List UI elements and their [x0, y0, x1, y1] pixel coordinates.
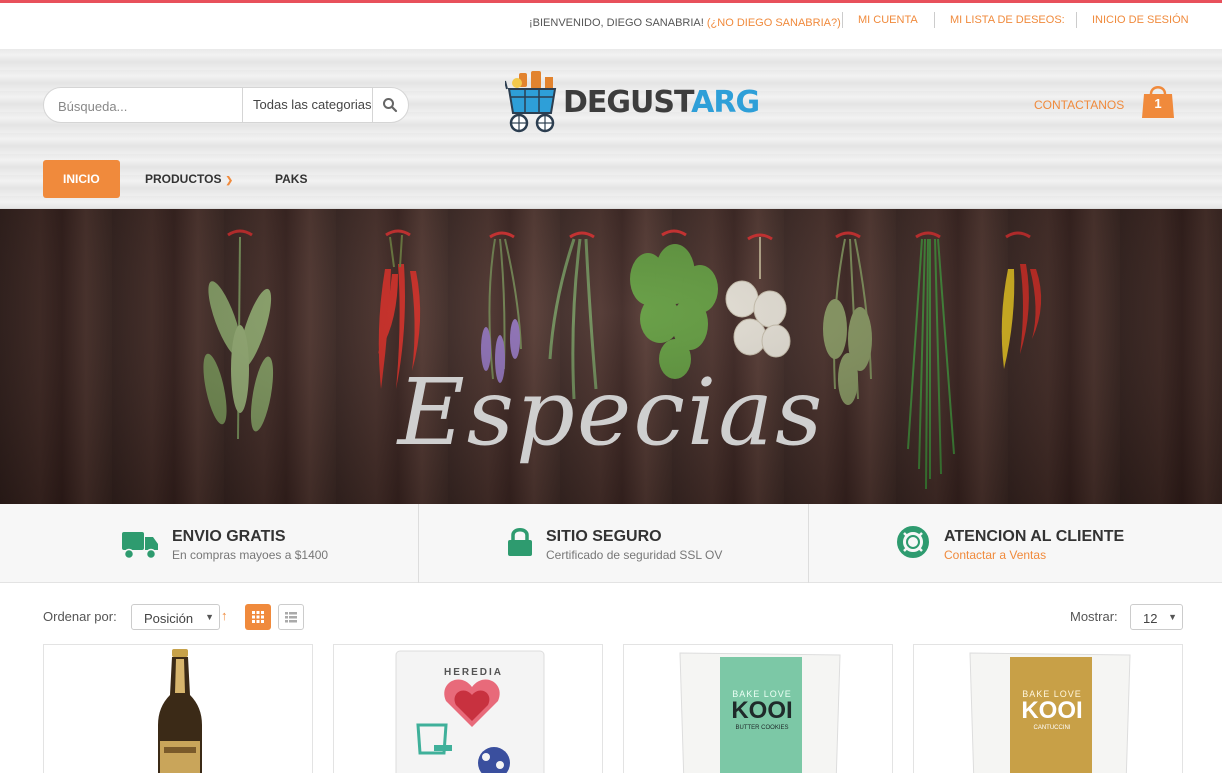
contact-link[interactable]: CONTACTANOS: [1034, 98, 1124, 112]
product-card[interactable]: BAKE LOVE KOOI BUTTER COOKIES: [623, 644, 893, 773]
feature-secure-site: SITIO SEGURO Certificado de seguridad SS…: [419, 504, 808, 583]
product-image-beer-bottle: [158, 649, 202, 773]
product-card[interactable]: [43, 644, 313, 773]
product-grid: HEREDIA BAKE LOVE KOOI BUTTER COOKIES BA…: [43, 644, 1183, 773]
truck-icon: [122, 532, 158, 560]
nav-item-inicio[interactable]: INICIO: [43, 160, 120, 198]
search-divider: [372, 88, 373, 122]
topbar-separator: [934, 12, 935, 28]
search-bar: Todas las categorias: [43, 87, 409, 123]
dropdown-arrow-icon: ▼: [205, 612, 214, 622]
feature-customer-service: ATENCION AL CLIENTE Contactar a Ventas: [809, 504, 1222, 583]
feature-subtitle: En compras mayoes a $1400: [172, 548, 329, 562]
product-image-heredia-package: [395, 650, 545, 773]
per-page-value: 12: [1143, 611, 1158, 626]
login-link[interactable]: INICIO DE SESIÓN: [1092, 14, 1189, 26]
product-package-variant: BUTTER COOKIES: [735, 725, 789, 731]
topbar-separator: [1076, 12, 1077, 28]
search-icon[interactable]: [382, 97, 398, 113]
sort-value: Posición: [144, 611, 194, 626]
banner-title: Especias: [397, 359, 825, 466]
feature-title: ENVIO GRATIS: [172, 528, 286, 545]
wishlist-link[interactable]: MI LISTA DE DESEOS:: [950, 14, 1065, 26]
site-header: Todas las categorias DEGUSTARG CONTACTAN…: [0, 49, 1222, 209]
logo-text-part2: ARG: [691, 85, 760, 120]
lock-icon: [508, 528, 532, 556]
sort-direction-icon[interactable]: ↑: [221, 608, 228, 623]
search-input[interactable]: [58, 96, 238, 116]
feature-strip: ENVIO GRATIS En compras mayoes a $1400 S…: [0, 504, 1222, 583]
cart-logo-icon: [504, 71, 557, 133]
welcome-message: ¡BIENVENIDO, DIEGO SANABRIA! (¿NO DIEGO …: [529, 17, 841, 29]
sort-select[interactable]: Posición ▼: [131, 604, 220, 630]
cart-count: 1: [1154, 96, 1162, 111]
welcome-text: ¡BIENVENIDO, DIEGO SANABRIA!: [529, 17, 704, 29]
nav-label: INICIO: [63, 172, 100, 186]
category-select[interactable]: Todas las categorias: [253, 97, 371, 112]
product-package-brand: KOOI: [1021, 697, 1083, 724]
feature-free-shipping: ENVIO GRATIS En compras mayoes a $1400: [0, 504, 418, 583]
grid-view-icon[interactable]: [245, 604, 271, 630]
dropdown-arrow-icon: ▼: [1168, 612, 1177, 622]
product-package-variant: CANTUCCINI: [1033, 725, 1071, 731]
lifebuoy-icon: [897, 526, 929, 558]
product-package-label: HEREDIA: [444, 667, 504, 678]
feature-subtitle: Certificado de seguridad SSL OV: [546, 548, 723, 562]
topbar-separator: [842, 12, 843, 28]
feature-title: ATENCION AL CLIENTE: [944, 528, 1125, 545]
logo-wordmark: DEGUSTARG: [563, 85, 760, 120]
list-view-icon[interactable]: [278, 604, 304, 630]
nav-item-productos[interactable]: PRODUCTOS ❯: [145, 160, 233, 198]
per-page-select[interactable]: 12 ▼: [1130, 604, 1183, 630]
cart-button[interactable]: 1: [1141, 82, 1175, 120]
nav-label: PRODUCTOS: [145, 172, 222, 186]
sort-label: Ordenar por:: [43, 609, 117, 624]
contact-sales-link[interactable]: Contactar a Ventas: [944, 548, 1046, 562]
show-label: Mostrar:: [1070, 609, 1118, 624]
product-package-brand: KOOI: [731, 697, 793, 724]
nav-label: PAKS: [275, 172, 308, 186]
my-account-link[interactable]: MI CUENTA: [858, 14, 918, 26]
product-card[interactable]: HEREDIA: [333, 644, 603, 773]
product-toolbar: Ordenar por: Posición ▼ ↑ Mostrar: 12 ▼: [43, 602, 1183, 632]
feature-title: SITIO SEGURO: [546, 528, 662, 545]
not-user-link[interactable]: (¿NO DIEGO SANABRIA?): [707, 17, 841, 29]
logo-text-part1: DEGUST: [563, 85, 692, 120]
site-logo[interactable]: DEGUSTARG: [504, 71, 760, 137]
hero-banner: Especias: [0, 209, 1222, 504]
top-bar: ¡BIENVENIDO, DIEGO SANABRIA! (¿NO DIEGO …: [0, 3, 1222, 49]
nav-item-paks[interactable]: PAKS: [275, 160, 307, 198]
chevron-down-icon: ❯: [225, 175, 233, 185]
search-divider: [242, 88, 243, 122]
product-card[interactable]: BAKE LOVE KOOI CANTUCCINI: [913, 644, 1183, 773]
